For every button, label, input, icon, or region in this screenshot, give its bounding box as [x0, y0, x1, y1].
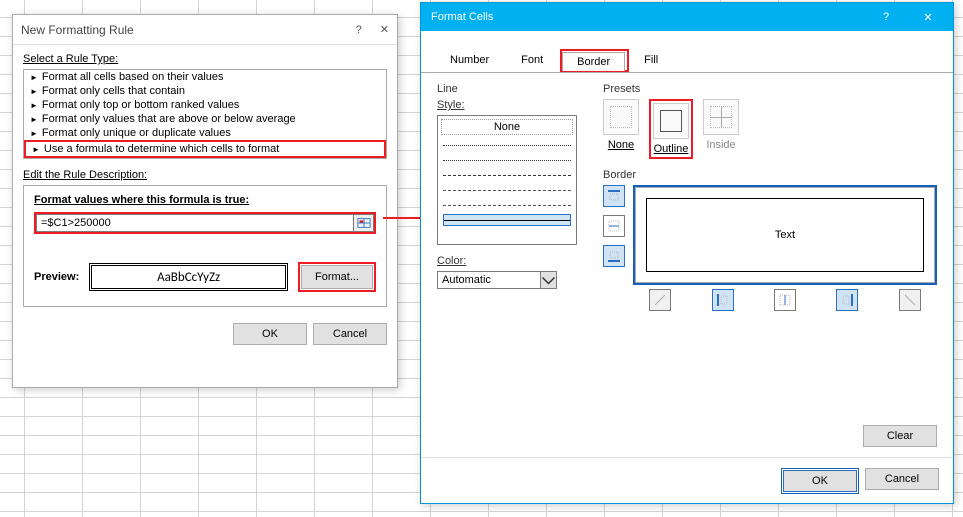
formula-row	[34, 212, 376, 234]
border-diag-down-button[interactable]	[899, 289, 921, 311]
range-selector-button[interactable]	[354, 214, 374, 232]
tab-fill[interactable]: Fill	[629, 50, 673, 73]
line-group: Line Style: None Color: Automatic	[437, 83, 587, 315]
rule-item[interactable]: Format all cells based on their values	[24, 70, 386, 84]
rule-item-selected[interactable]: Use a formula to determine which cells t…	[24, 140, 386, 158]
border-preview[interactable]: Text	[635, 187, 935, 283]
border-right-button[interactable]	[836, 289, 858, 311]
border-middle-v-button[interactable]	[774, 289, 796, 311]
border-left-button[interactable]	[712, 289, 734, 311]
preview-label: Preview:	[34, 271, 79, 283]
style-option[interactable]	[443, 169, 571, 181]
chevron-down-icon[interactable]	[541, 271, 557, 289]
rule-item[interactable]: Format only unique or duplicate values	[24, 126, 386, 140]
preview-text: Text	[775, 229, 795, 241]
clear-button[interactable]: Clear	[863, 425, 937, 447]
cancel-button[interactable]: Cancel	[865, 468, 939, 490]
tab-strip: Number Font Border Fill	[421, 31, 953, 73]
help-button[interactable]: ?	[356, 15, 362, 45]
new-formatting-rule-dialog: New Formatting Rule ? ✕ Select a Rule Ty…	[12, 14, 398, 388]
border-top-button[interactable]	[603, 185, 625, 207]
help-button[interactable]: ?	[865, 3, 907, 31]
style-none[interactable]: None	[441, 119, 573, 135]
dialog-title: New Formatting Rule	[21, 15, 134, 45]
style-option-selected[interactable]	[443, 214, 571, 226]
formula-label: Format values where this formula is true…	[34, 194, 376, 206]
format-cells-dialog: Format Cells ? ✕ Number Font Border Fill…	[420, 2, 954, 504]
color-label: Color:	[437, 255, 466, 267]
rule-item[interactable]: Format only cells that contain	[24, 84, 386, 98]
cancel-button[interactable]: Cancel	[313, 323, 387, 345]
format-button[interactable]: Format...	[301, 265, 373, 289]
preset-none-label: None	[608, 139, 634, 151]
tab-font[interactable]: Font	[506, 50, 558, 73]
ok-button[interactable]: OK	[783, 470, 857, 492]
table-ref-icon	[357, 216, 371, 230]
line-label: Line	[437, 83, 587, 95]
presets-label: Presets	[603, 83, 937, 95]
color-dropdown[interactable]: Automatic	[437, 271, 557, 289]
style-option[interactable]	[443, 184, 571, 196]
format-preview: AaBbCcYyZz	[89, 263, 288, 291]
style-option[interactable]	[443, 139, 571, 151]
close-button[interactable]: ✕	[907, 3, 949, 31]
formula-input[interactable]	[36, 214, 354, 232]
close-button[interactable]: ✕	[380, 15, 389, 45]
titlebar: Format Cells ? ✕	[421, 3, 953, 31]
border-diag-up-button[interactable]	[649, 289, 671, 311]
style-label: Style:	[437, 99, 465, 111]
ok-button[interactable]: OK	[233, 323, 307, 345]
border-bottom-button[interactable]	[603, 245, 625, 267]
dialog-title: Format Cells	[431, 11, 493, 23]
tab-border[interactable]: Border	[562, 52, 625, 71]
rule-item[interactable]: Format only values that are above or bel…	[24, 112, 386, 126]
rule-description-box: Format values where this formula is true…	[23, 185, 387, 307]
border-label: Border	[603, 169, 937, 181]
preset-outline-label: Outline	[654, 143, 689, 155]
style-option[interactable]	[443, 199, 571, 211]
line-style-list[interactable]: None	[437, 115, 577, 245]
edit-rule-desc-label: Edit the Rule Description:	[23, 169, 387, 181]
preset-none[interactable]: None	[603, 99, 639, 159]
preset-inside-label: Inside	[706, 139, 735, 151]
rule-item[interactable]: Format only top or bottom ranked values	[24, 98, 386, 112]
right-column: Presets None Outline Inside	[603, 83, 937, 315]
color-value: Automatic	[437, 271, 541, 289]
border-middle-h-button[interactable]	[603, 215, 625, 237]
rule-type-list[interactable]: Format all cells based on their values F…	[23, 69, 387, 159]
tab-number[interactable]: Number	[435, 50, 504, 73]
style-option[interactable]	[443, 154, 571, 166]
titlebar: New Formatting Rule ? ✕	[13, 15, 397, 45]
preset-outline[interactable]: Outline	[653, 103, 689, 155]
select-rule-type-label: Select a Rule Type:	[23, 53, 387, 65]
preset-inside[interactable]: Inside	[703, 99, 739, 159]
